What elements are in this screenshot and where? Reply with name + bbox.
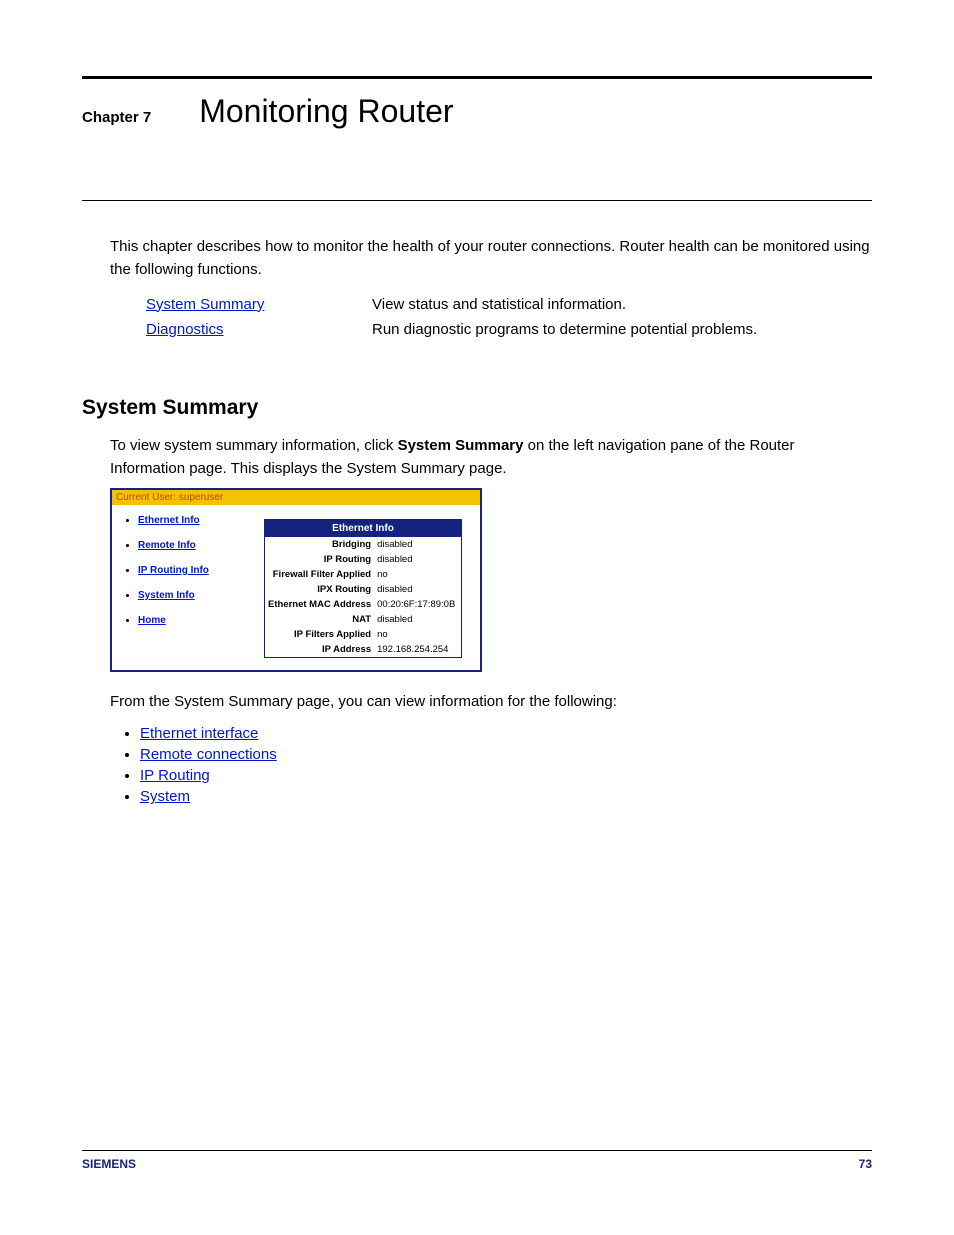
top-rule	[82, 76, 872, 79]
info-val: disabled	[374, 582, 461, 597]
nav-system-info[interactable]: System Info	[138, 590, 195, 601]
chapter-header: Chapter 7 Monitoring Router	[82, 93, 872, 130]
info-val: no	[374, 627, 461, 642]
ethernet-info-table: Ethernet Info Bridgingdisabled IP Routin…	[264, 519, 462, 658]
info-key: NAT	[265, 612, 375, 627]
info-key: Ethernet MAC Address	[265, 597, 375, 612]
chapter-label: Chapter 7	[82, 109, 151, 126]
user-bar: Current User: superuser	[112, 490, 480, 505]
info-key: IP Filters Applied	[265, 627, 375, 642]
function-desc: Run diagnostic programs to determine pot…	[372, 317, 757, 342]
info-key: Bridging	[265, 537, 375, 552]
page-footer: SIEMENS 73	[82, 1150, 872, 1171]
link-ip-routing[interactable]: IP Routing	[140, 767, 210, 784]
footer-rule	[82, 1150, 872, 1151]
footer-brand: SIEMENS	[82, 1157, 136, 1171]
list-item: Ethernet interface	[140, 725, 872, 742]
screenshot-nav: Ethernet Info Remote Info IP Routing Inf…	[112, 505, 264, 670]
list-item: System	[140, 788, 872, 805]
nav-ip-routing-info[interactable]: IP Routing Info	[138, 565, 209, 576]
info-key: IPX Routing	[265, 582, 375, 597]
list-item: IP Routing	[140, 767, 872, 784]
screenshot-panel: Ethernet Info Bridgingdisabled IP Routin…	[264, 505, 480, 670]
info-key: IP Routing	[265, 552, 375, 567]
link-remote-connections[interactable]: Remote connections	[140, 746, 277, 763]
info-val: 00:20:6F:17:89:0B	[374, 597, 461, 612]
nav-ethernet-info[interactable]: Ethernet Info	[138, 515, 200, 526]
info-val: 192.168.254.254	[374, 642, 461, 658]
document-page: Chapter 7 Monitoring Router This chapter…	[0, 0, 954, 1235]
intro-paragraph: This chapter describes how to monitor th…	[110, 235, 872, 282]
after-shot-paragraph: From the System Summary page, you can vi…	[110, 690, 872, 713]
embedded-screenshot: Current User: superuser Ethernet Info Re…	[110, 488, 482, 672]
link-ethernet-interface[interactable]: Ethernet interface	[140, 725, 258, 742]
screenshot-body: Ethernet Info Remote Info IP Routing Inf…	[112, 505, 480, 670]
table-row: Diagnostics Run diagnostic programs to d…	[146, 317, 757, 342]
function-table: System Summary View status and statistic…	[146, 292, 757, 342]
panel-title: Ethernet Info	[265, 520, 462, 538]
view-links-list: Ethernet interface Remote connections IP…	[122, 725, 872, 805]
info-val: disabled	[374, 537, 461, 552]
info-key: Firewall Filter Applied	[265, 567, 375, 582]
section-body-bold: System Summary	[398, 437, 524, 454]
link-system-summary[interactable]: System Summary	[146, 296, 264, 313]
footer-page-number: 73	[859, 1157, 872, 1171]
section-body-pre: To view system summary information, clic…	[110, 437, 398, 454]
thin-rule	[82, 200, 872, 201]
list-item: Remote connections	[140, 746, 872, 763]
function-desc: View status and statistical information.	[372, 292, 757, 317]
info-val: no	[374, 567, 461, 582]
info-key: IP Address	[265, 642, 375, 658]
table-row: System Summary View status and statistic…	[146, 292, 757, 317]
chapter-title: Monitoring Router	[199, 93, 453, 130]
info-val: disabled	[374, 552, 461, 567]
section-heading: System Summary	[82, 396, 872, 420]
nav-home[interactable]: Home	[138, 615, 166, 626]
link-diagnostics[interactable]: Diagnostics	[146, 321, 224, 338]
nav-remote-info[interactable]: Remote Info	[138, 540, 196, 551]
section-body: To view system summary information, clic…	[110, 434, 872, 481]
link-system[interactable]: System	[140, 788, 190, 805]
info-val: disabled	[374, 612, 461, 627]
